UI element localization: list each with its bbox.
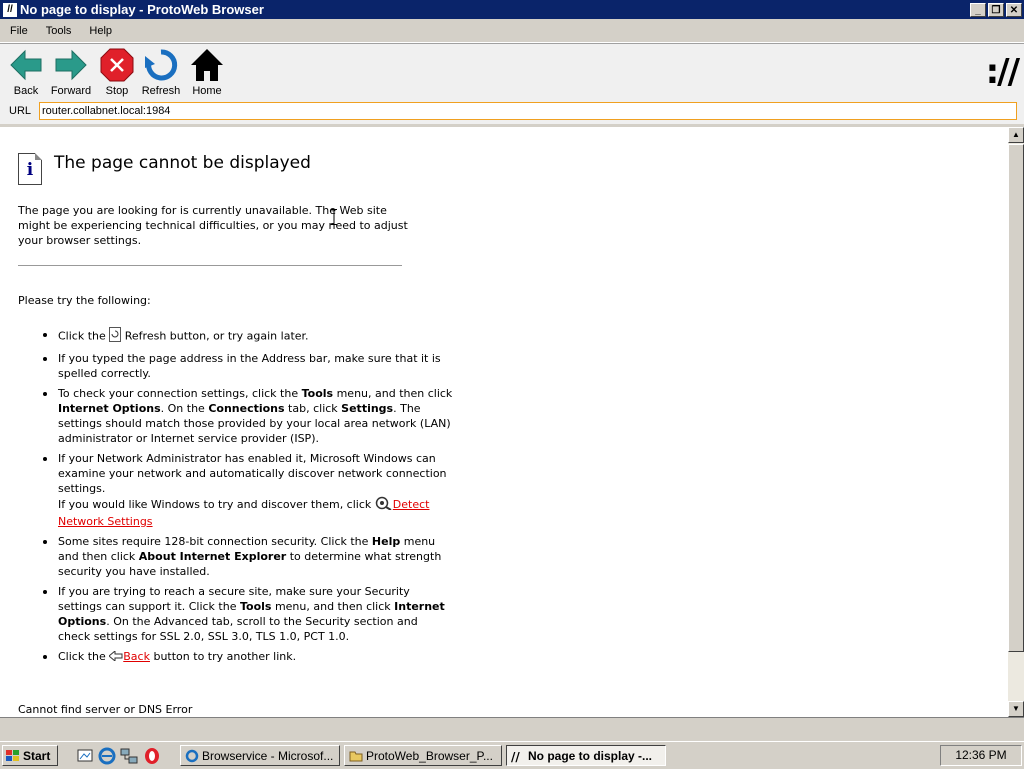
intro-text: The page you are looking for is currentl… (18, 204, 408, 247)
taskbar: Start Browservice - Microsof... ProtoWeb… (0, 741, 1024, 769)
windows-logo-icon (6, 749, 20, 762)
list-item: If you typed the page address in the Add… (43, 351, 453, 381)
list-item: Some sites require 128-bit connection se… (43, 534, 453, 579)
tip-text: Refresh button, or try again later. (121, 329, 309, 343)
bold-text: Tools (301, 387, 334, 400)
task-browservice[interactable]: Browservice - Microsof... (180, 745, 340, 766)
home-label: Home (192, 85, 222, 97)
task-label: Browservice - Microsof... (202, 748, 334, 763)
tip-text: . On the Advanced tab, scroll to the Sec… (58, 615, 418, 643)
close-button[interactable]: ✕ (1006, 2, 1022, 17)
task-no-page[interactable]: // No page to display -... (506, 745, 666, 766)
refresh-icon (139, 47, 183, 83)
tip-text: menu, and then click (333, 387, 453, 400)
back-button[interactable]: Back (4, 47, 48, 97)
vertical-scrollbar[interactable]: ▲ ▼ (1008, 127, 1024, 717)
refresh-page-icon (109, 327, 122, 346)
menu-help[interactable]: Help (81, 25, 120, 37)
back-link[interactable]: Back (123, 650, 150, 663)
list-item: If your Network Administrator has enable… (43, 451, 453, 529)
toolbar: Back Forward Stop Refresh Home :// (0, 43, 1024, 99)
app-icon: // (3, 2, 17, 17)
menu-tools[interactable]: Tools (38, 25, 80, 37)
info-icon: i (18, 153, 42, 185)
url-input[interactable] (39, 102, 1017, 120)
minimize-button[interactable]: _ (970, 2, 986, 17)
svg-text://: // (511, 750, 520, 763)
tip-text: menu, and then click (271, 600, 395, 613)
bold-text: Tools (239, 600, 272, 613)
restore-button[interactable]: ❐ (988, 2, 1004, 17)
bold-text: Help (371, 535, 401, 548)
bold-text: About Internet Explorer (138, 550, 287, 563)
tip-text: button to try another link. (149, 650, 297, 663)
window-controls: _ ❐ ✕ (968, 2, 1022, 17)
protoweb-logo: :// (985, 52, 1020, 92)
scroll-up-button[interactable]: ▲ (1008, 127, 1024, 143)
menu-file[interactable]: File (2, 25, 36, 37)
tips-list: Click the Refresh button, or try again l… (18, 327, 453, 670)
show-desktop-icon[interactable] (76, 747, 94, 765)
tip-text: tab, click (284, 402, 342, 415)
back-arrow-icon (4, 47, 48, 83)
error-footer: Cannot find server or DNS Error (18, 703, 193, 716)
opera-icon[interactable] (143, 747, 161, 765)
page-content: i The page cannot be displayed The page … (0, 127, 1008, 717)
title-bar: // No page to display - ProtoWeb Browser… (0, 0, 1024, 19)
system-tray-clock: 12:36 PM (940, 745, 1022, 766)
bold-text: Settings (341, 402, 394, 415)
refresh-label: Refresh (141, 85, 181, 97)
tip-text: Some sites require 128-bit connection se… (58, 535, 372, 548)
list-item: If you are trying to reach a secure site… (43, 584, 453, 644)
start-button[interactable]: Start (2, 745, 58, 766)
home-button[interactable]: Home (185, 47, 229, 97)
scroll-down-button[interactable]: ▼ (1008, 701, 1024, 717)
tip-text: . On the (160, 402, 209, 415)
ie-task-icon (185, 749, 199, 763)
list-item: To check your connection settings, click… (43, 386, 453, 446)
status-strip (0, 717, 1024, 742)
try-label: Please try the following: (18, 294, 151, 307)
stop-label: Stop (105, 85, 129, 97)
page-heading: The page cannot be displayed (54, 153, 311, 173)
tip-text: Click the (58, 650, 110, 663)
tip-text: To check your connection settings, click… (58, 387, 302, 400)
start-label: Start (23, 748, 51, 763)
list-item: Click the Back button to try another lin… (43, 649, 453, 665)
menu-bar: File Tools Help (0, 20, 1024, 43)
task-label: No page to display -... (528, 748, 653, 763)
network-icon[interactable] (120, 747, 138, 765)
task-protoweb-folder[interactable]: ProtoWeb_Browser_P... (344, 745, 502, 766)
forward-button[interactable]: Forward (49, 47, 93, 97)
tip-text: If your Network Administrator has enable… (58, 452, 447, 495)
folder-icon (349, 749, 363, 763)
bold-text: Internet Options (58, 402, 161, 415)
scroll-thumb[interactable] (1008, 144, 1024, 652)
forward-arrow-icon (49, 47, 93, 83)
url-bar: URL (0, 98, 1024, 124)
bold-text: Connections (208, 402, 285, 415)
home-icon (185, 47, 229, 83)
url-label: URL (9, 105, 32, 117)
back-label: Back (13, 85, 39, 97)
tip-text: Click the (58, 329, 110, 343)
text-cursor-icon (331, 209, 337, 225)
divider (18, 265, 402, 266)
window-title: No page to display - ProtoWeb Browser (20, 2, 264, 17)
stop-sign-icon (95, 47, 139, 83)
task-label: ProtoWeb_Browser_P... (366, 748, 493, 763)
refresh-button[interactable]: Refresh (139, 47, 183, 97)
forward-label: Forward (50, 85, 92, 97)
back-small-icon (108, 649, 123, 665)
list-item: Click the Refresh button, or try again l… (43, 327, 453, 346)
detect-network-icon (375, 496, 393, 514)
tip-text: If you would like Windows to try and dis… (58, 498, 375, 511)
internet-explorer-icon[interactable] (98, 747, 116, 765)
stop-button[interactable]: Stop (95, 47, 139, 97)
protoweb-task-icon: // (511, 749, 525, 764)
